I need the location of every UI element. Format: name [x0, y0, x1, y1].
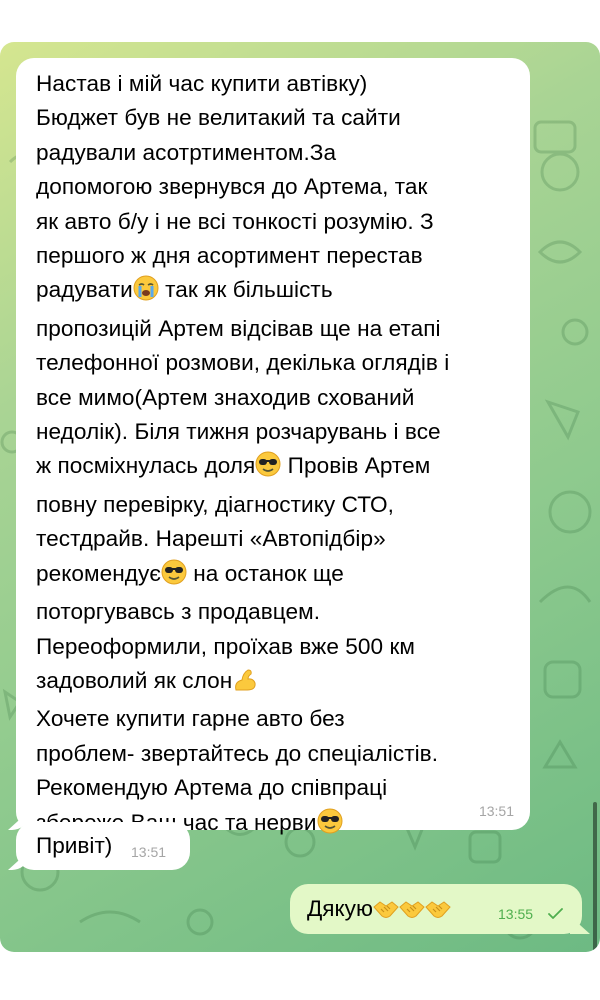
incoming-message-bubble-short[interactable]: Привіт) 13:51 — [16, 822, 190, 870]
handshake-icon — [425, 898, 451, 928]
scrollbar[interactable] — [593, 802, 597, 952]
crying-face-icon — [133, 275, 159, 311]
message-text: Дякую — [307, 894, 451, 928]
handshake-emojis — [373, 896, 451, 921]
handshake-icon — [373, 898, 399, 928]
message-text: Привіт) — [36, 833, 113, 858]
double-check-icon — [548, 908, 563, 919]
outgoing-message-bubble[interactable]: Дякую 13:55 — [290, 884, 582, 934]
sunglasses-face-icon — [255, 451, 281, 487]
message-text: Настав і мій час купити автівку) Бюджет б… — [36, 67, 510, 844]
chat-area[interactable]: Настав і мій час купити автівку) Бюджет б… — [0, 42, 600, 952]
sunglasses-face-icon — [161, 559, 187, 595]
handshake-icon — [399, 898, 425, 928]
sunglasses-face-icon — [317, 808, 343, 844]
flexed-biceps-icon — [232, 666, 258, 702]
message-time: 13:51 — [478, 803, 514, 819]
incoming-message-bubble[interactable]: Настав і мій час купити автівку) Бюджет б… — [16, 58, 530, 835]
message-time: 13:51 — [131, 844, 167, 860]
message-time: 13:55 — [498, 906, 534, 922]
outgoing-text: Дякую — [307, 896, 373, 921]
